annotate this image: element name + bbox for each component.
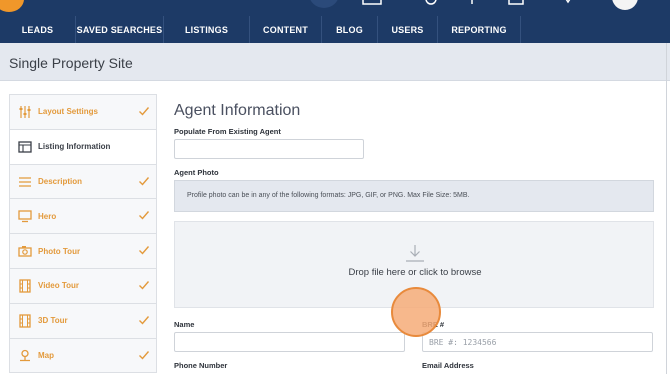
page-title: Single Property Site [9,55,133,71]
check-icon [139,246,150,255]
sidebar-item-label: Listing Information [38,142,111,152]
sidebar-item-label: 3D Tour [38,316,68,326]
main-nav: LEADS SAVED SEARCHES LISTINGS CONTENT BL… [0,16,670,43]
sidebar-item-3d-tour[interactable]: 3D Tour [10,303,156,339]
header-active-indicator[interactable] [309,0,339,8]
sidebar-item-label: Hero [38,211,57,221]
nav-content[interactable]: CONTENT [250,16,322,43]
film-icon [19,314,31,328]
sidebar-item-label: Photo Tour [38,246,81,256]
populate-agent-select[interactable] [174,139,364,159]
sidebar-item-label: Layout Settings [38,107,99,117]
upload-icon [406,245,424,262]
help-icon[interactable] [558,0,578,8]
populate-agent-label: Populate From Existing Agent [174,127,281,136]
nav-users[interactable]: USERS [378,16,438,43]
film-icon [19,279,31,293]
sidebar-item-label: Map [38,350,54,360]
sidebar: Layout Settings Listing Information Desc… [9,94,157,374]
check-icon [139,315,150,325]
sidebar-item-layout-settings[interactable]: Layout Settings [10,95,156,130]
sidebar-item-listing-information[interactable]: Listing Information [10,129,156,165]
section-title: Agent Information [174,102,301,119]
email-label: Email Address [422,361,474,370]
map-pin-icon[interactable] [421,0,441,8]
check-icon [139,176,150,186]
lines-icon [19,176,31,187]
top-header [0,0,670,16]
nav-blog[interactable]: BLOG [322,16,378,43]
nav-leads[interactable]: LEADS [0,16,76,43]
check-icon [139,211,150,220]
nav-listings[interactable]: LISTINGS [164,16,250,43]
sidebar-item-label: Video Tour [38,281,80,291]
sidebar-item-hero[interactable]: Hero [10,199,156,235]
photo-format-notice: Profile photo can be in any of the follo… [174,180,654,212]
nav-reporting[interactable]: REPORTING [438,16,521,43]
page-header: Single Property Site [0,43,670,81]
phone-label: Phone Number [174,361,228,370]
nav-saved-searches[interactable]: SAVED SEARCHES [76,16,164,43]
scrollbar[interactable] [666,43,667,374]
table-icon [18,141,32,153]
bre-input[interactable]: BRE #: 1234566 [422,332,653,352]
avatar[interactable] [612,0,638,10]
camera-icon [18,246,32,257]
check-icon [139,107,150,116]
sidebar-item-video-tour[interactable]: Video Tour [10,268,156,304]
sliders-icon [19,106,31,118]
name-label: Name [174,320,195,329]
calendar-icon[interactable] [506,0,526,8]
agent-photo-label: Agent Photo [174,168,219,177]
name-input[interactable] [174,332,405,352]
click-indicator [391,287,441,337]
check-icon [139,350,150,360]
mail-icon[interactable] [362,0,382,8]
sidebar-item-map[interactable]: Map [10,338,156,374]
sidebar-item-label: Description [38,176,83,186]
sidebar-item-description[interactable]: Description [10,164,156,200]
bell-icon[interactable] [462,0,482,8]
monitor-icon [18,210,32,223]
sidebar-item-photo-tour[interactable]: Photo Tour [10,234,156,269]
map-pin-icon [20,349,30,361]
dropzone-text: Drop file here or click to browse [348,267,482,278]
logo[interactable] [0,0,24,12]
check-icon [139,281,150,290]
